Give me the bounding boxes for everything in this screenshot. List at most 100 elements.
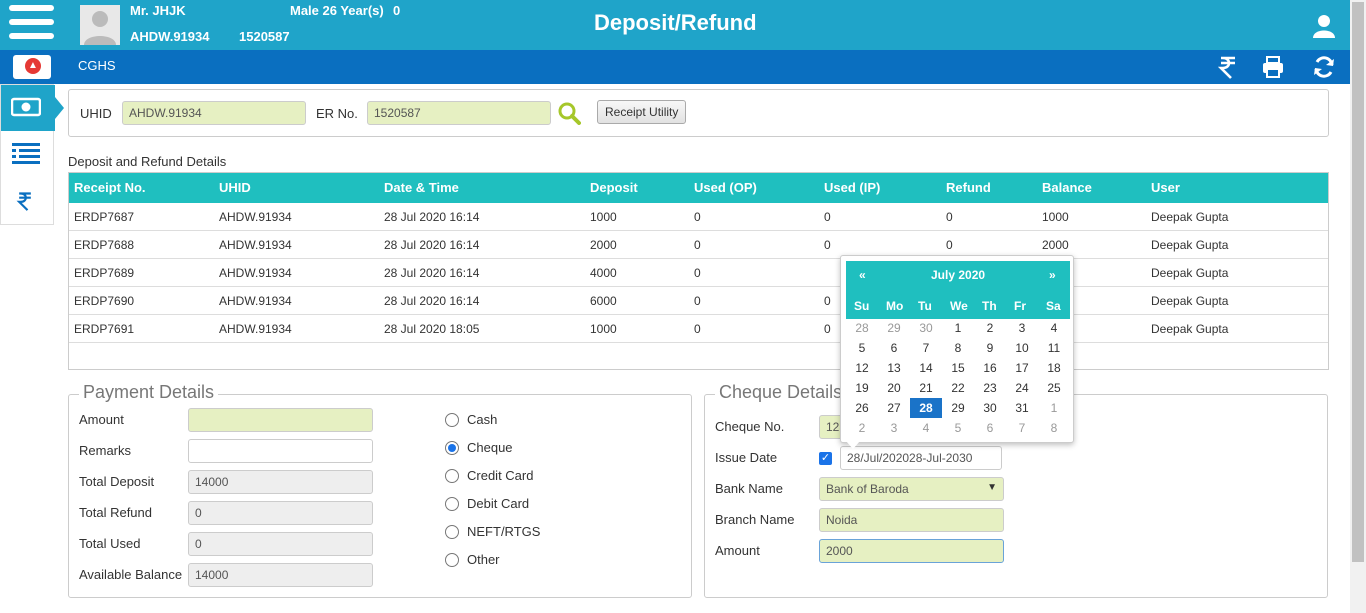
organization-label: CGHS	[78, 58, 116, 73]
calendar-day[interactable]: 15	[942, 358, 974, 378]
issue-date-input[interactable]: 28/Jul/202028-Jul-2030	[840, 446, 1002, 470]
print-icon[interactable]	[1261, 55, 1285, 79]
calendar-day[interactable]: 17	[1006, 358, 1038, 378]
calendar-day[interactable]: 2	[846, 418, 878, 438]
payment-mode-radio[interactable]	[445, 525, 459, 539]
month-title[interactable]: July 2020	[931, 268, 985, 282]
calendar-day[interactable]: 1	[1038, 398, 1070, 418]
uhid-label: UHID	[80, 106, 112, 121]
calendar-day[interactable]: 3	[878, 418, 910, 438]
table-cell: Deepak Gupta	[1151, 238, 1229, 252]
calendar-day[interactable]: 12	[846, 358, 878, 378]
refresh-icon[interactable]	[1312, 55, 1336, 79]
payment-mode-radio[interactable]	[445, 469, 459, 483]
calendar-day[interactable]: 27	[878, 398, 910, 418]
calendar-day[interactable]: 6	[974, 418, 1006, 438]
table-row[interactable]: ERDP7687 AHDW.91934 28 Jul 2020 16:14 1000 0…	[69, 203, 1328, 231]
calendar-day[interactable]: 19	[846, 378, 878, 398]
next-month-button[interactable]: »	[1049, 268, 1056, 282]
calendar-day[interactable]: 9	[974, 338, 1006, 358]
calendar-day[interactable]: 6	[878, 338, 910, 358]
weekday-label: Fr	[1014, 299, 1026, 313]
bank-name-value: Bank of Baroda	[826, 482, 909, 496]
calendar-day[interactable]: 14	[910, 358, 942, 378]
table-row[interactable]: ERDP7689 AHDW.91934 28 Jul 2020 16:14 4000 0…	[69, 259, 1328, 287]
payment-mode-label[interactable]: Credit Card	[467, 468, 533, 483]
calendar-day[interactable]: 4	[1038, 318, 1070, 338]
calendar-day[interactable]: 16	[974, 358, 1006, 378]
table-row[interactable]: ERDP7688 AHDW.91934 28 Jul 2020 16:14 2000 0…	[69, 231, 1328, 259]
payment-mode-radio[interactable]	[445, 497, 459, 511]
rupee-icon[interactable]	[1216, 55, 1240, 79]
calendar-day[interactable]: 20	[878, 378, 910, 398]
table-cell: 0	[694, 266, 701, 280]
payment-mode-radio[interactable]	[445, 553, 459, 567]
calendar-day[interactable]: 3	[1006, 318, 1038, 338]
receipt-utility-button[interactable]: Receipt Utility	[597, 100, 687, 124]
branch-name-input[interactable]: Noida	[819, 508, 1004, 532]
patient-gender-age: Male 26 Year(s)	[290, 3, 384, 18]
cheque-details-legend: Cheque Details	[715, 382, 847, 403]
cheque-no-label: Cheque No.	[715, 419, 785, 434]
table-row[interactable]: ERDP7691 AHDW.91934 28 Jul 2020 18:05 1000 0…	[69, 315, 1328, 343]
search-panel: UHID AHDW.91934 ER No. 1520587 Receipt U…	[68, 89, 1329, 137]
side-nav-list[interactable]	[1, 132, 55, 178]
payment-mode-label[interactable]: NEFT/RTGS	[467, 524, 540, 539]
calendar-day[interactable]: 31	[1006, 398, 1038, 418]
uhid-input[interactable]: AHDW.91934	[122, 101, 306, 125]
calendar-day[interactable]: 11	[1038, 338, 1070, 358]
scrollbar-thumb[interactable]	[1352, 2, 1364, 562]
remarks-input[interactable]	[188, 439, 373, 463]
calendar-day[interactable]: 26	[846, 398, 878, 418]
calendar-day[interactable]: 29	[878, 318, 910, 338]
calendar-day[interactable]: 5	[942, 418, 974, 438]
calendar-day[interactable]: 1	[942, 318, 974, 338]
calendar-day[interactable]: 8	[942, 338, 974, 358]
calendar-day[interactable]: 25	[1038, 378, 1070, 398]
er-no-input[interactable]: 1520587	[367, 101, 551, 125]
side-nav-deposit[interactable]	[1, 85, 55, 131]
user-icon[interactable]	[1313, 14, 1335, 38]
calendar-day[interactable]: 18	[1038, 358, 1070, 378]
side-nav	[0, 84, 64, 225]
calendar-day[interactable]: 5	[846, 338, 878, 358]
calendar-day[interactable]: 4	[910, 418, 942, 438]
payment-mode-label[interactable]: Cash	[467, 412, 497, 427]
column-header: Balance	[1042, 180, 1092, 195]
table-cell: 0	[946, 238, 953, 252]
payment-mode-radio[interactable]	[445, 441, 459, 455]
calendar-day[interactable]: 23	[974, 378, 1006, 398]
calendar-day[interactable]: 8	[1038, 418, 1070, 438]
weekday-label: Tu	[918, 299, 932, 313]
bank-name-select[interactable]: Bank of Baroda ▼	[819, 477, 1004, 501]
issue-date-checkbox[interactable]: ✓	[819, 452, 832, 465]
cheque-amount-input[interactable]: 2000	[819, 539, 1004, 563]
total-deposit-field: 14000	[188, 470, 373, 494]
calendar-day[interactable]: 22	[942, 378, 974, 398]
menu-icon[interactable]	[9, 5, 54, 45]
calendar-day[interactable]: 7	[910, 338, 942, 358]
table-row[interactable]: ERDP7690 AHDW.91934 28 Jul 2020 16:14 6000 0…	[69, 287, 1328, 315]
table-cell: ERDP7689	[74, 266, 135, 280]
calendar-day[interactable]: 2	[974, 318, 1006, 338]
calendar-day[interactable]: 30	[974, 398, 1006, 418]
calendar-day[interactable]: 10	[1006, 338, 1038, 358]
calendar-day[interactable]: 28	[846, 318, 878, 338]
prev-month-button[interactable]: «	[859, 268, 866, 282]
calendar-day[interactable]: 21	[910, 378, 942, 398]
calendar-day[interactable]: 7	[1006, 418, 1038, 438]
calendar-day[interactable]: 13	[878, 358, 910, 378]
table-cell: 2000	[590, 238, 617, 252]
payment-mode-label[interactable]: Cheque	[467, 440, 513, 455]
calendar-day[interactable]: 30	[910, 318, 942, 338]
amount-input[interactable]	[188, 408, 373, 432]
payment-mode-radio[interactable]	[445, 413, 459, 427]
calendar-day[interactable]: 28	[910, 398, 942, 418]
table-cell: 28 Jul 2020 16:14	[384, 238, 480, 252]
payment-mode-label[interactable]: Debit Card	[467, 496, 529, 511]
payment-mode-label[interactable]: Other	[467, 552, 500, 567]
calendar-day[interactable]: 24	[1006, 378, 1038, 398]
search-icon[interactable]	[557, 101, 581, 125]
calendar-day[interactable]: 29	[942, 398, 974, 418]
side-nav-refund[interactable]	[1, 179, 55, 225]
